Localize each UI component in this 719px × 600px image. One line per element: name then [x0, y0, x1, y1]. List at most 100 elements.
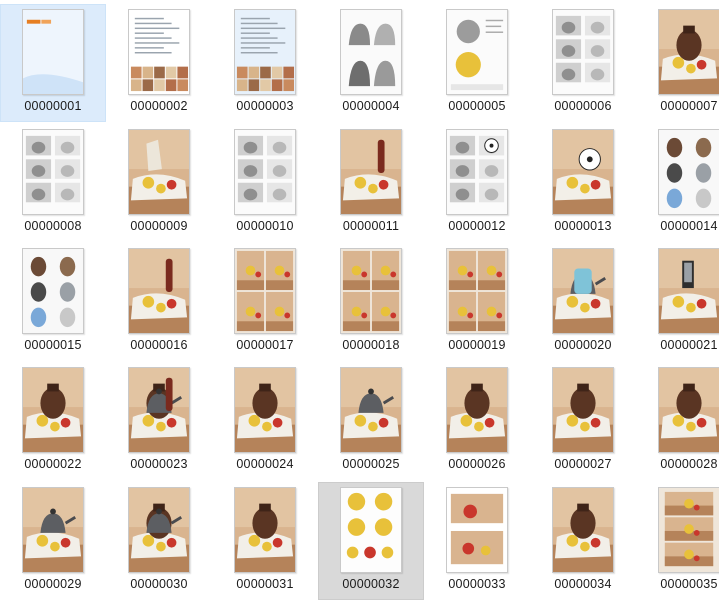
file-name-label: 00000025	[342, 457, 400, 471]
file-name-label: 00000017	[236, 338, 294, 352]
thumbnail-image	[341, 488, 401, 572]
file-name-label: 00000023	[130, 457, 188, 471]
file-name-label: 00000024	[236, 457, 294, 471]
file-name-label: 00000002	[130, 99, 188, 113]
file-thumbnail	[446, 487, 508, 573]
file-item[interactable]: 00000006	[530, 4, 636, 122]
file-name-label: 00000027	[554, 457, 612, 471]
thumbnail-image	[553, 10, 613, 94]
file-thumbnail	[552, 9, 614, 95]
file-name-label: 00000006	[554, 99, 612, 113]
file-thumbnail	[340, 248, 402, 334]
file-name-label: 00000018	[342, 338, 400, 352]
file-thumbnail	[658, 129, 719, 215]
file-thumbnail	[446, 9, 508, 95]
thumbnail-image	[235, 249, 295, 333]
file-thumbnail	[552, 487, 614, 573]
file-item[interactable]: 00000031	[212, 482, 318, 600]
file-thumbnail	[446, 367, 508, 453]
file-item[interactable]: 00000015	[0, 243, 106, 361]
file-item[interactable]: 00000022	[0, 362, 106, 480]
file-name-label: 00000001	[24, 99, 82, 113]
file-item[interactable]: 00000035	[636, 482, 719, 600]
file-name-label: 00000019	[448, 338, 506, 352]
file-item[interactable]: 00000001	[0, 4, 106, 122]
thumbnail-image	[447, 249, 507, 333]
file-item[interactable]: 00000023	[106, 362, 212, 480]
file-name-label: 00000013	[554, 219, 612, 233]
thumbnail-image	[447, 488, 507, 572]
file-item[interactable]: 00000030	[106, 482, 212, 600]
thumbnail-image	[235, 368, 295, 452]
file-item[interactable]: 00000034	[530, 482, 636, 600]
file-item[interactable]: 00000012	[424, 124, 530, 242]
file-thumbnail	[340, 367, 402, 453]
file-item[interactable]: 00000025	[318, 362, 424, 480]
file-item[interactable]: 00000003	[212, 4, 318, 122]
file-name-label: 00000004	[342, 99, 400, 113]
file-item[interactable]: 00000008	[0, 124, 106, 242]
file-name-label: 00000012	[448, 219, 506, 233]
file-item[interactable]: 00000004	[318, 4, 424, 122]
file-item[interactable]: 00000017	[212, 243, 318, 361]
file-item[interactable]: 00000014	[636, 124, 719, 242]
file-name-label: 00000029	[24, 577, 82, 591]
file-name-label: 00000009	[130, 219, 188, 233]
file-item[interactable]: 00000005	[424, 4, 530, 122]
file-item[interactable]: 00000028	[636, 362, 719, 480]
file-item[interactable]: 00000007	[636, 4, 719, 122]
thumbnail-image	[23, 10, 83, 94]
file-item[interactable]: 00000027	[530, 362, 636, 480]
file-thumbnail	[22, 367, 84, 453]
file-name-label: 00000011	[342, 219, 400, 233]
file-item[interactable]: 00000002	[106, 4, 212, 122]
file-item[interactable]: 00000013	[530, 124, 636, 242]
thumbnail-image	[447, 368, 507, 452]
file-item[interactable]: 00000024	[212, 362, 318, 480]
file-item[interactable]: 00000032	[318, 482, 424, 600]
file-item[interactable]: 00000019	[424, 243, 530, 361]
file-name-label: 00000014	[660, 219, 718, 233]
file-thumbnail	[658, 487, 719, 573]
file-item[interactable]: 00000026	[424, 362, 530, 480]
thumbnail-image	[341, 368, 401, 452]
thumbnail-image	[659, 488, 719, 572]
file-item[interactable]: 00000020	[530, 243, 636, 361]
file-item[interactable]: 00000033	[424, 482, 530, 600]
thumbnail-image	[447, 10, 507, 94]
thumbnail-image	[235, 130, 295, 214]
file-item[interactable]: 00000011	[318, 124, 424, 242]
file-thumbnail	[128, 487, 190, 573]
thumbnail-image	[23, 368, 83, 452]
file-thumbnail	[658, 248, 719, 334]
file-item[interactable]: 00000009	[106, 124, 212, 242]
file-thumbnail	[658, 9, 719, 95]
file-name-label: 00000030	[130, 577, 188, 591]
file-name-label: 00000028	[660, 457, 718, 471]
file-item[interactable]: 00000016	[106, 243, 212, 361]
file-name-label: 00000015	[24, 338, 82, 352]
file-thumbnail	[446, 248, 508, 334]
file-name-label: 00000008	[24, 219, 82, 233]
thumbnail-image	[129, 130, 189, 214]
file-grid: 00000001 00000002 00000003 00000004 000000…	[0, 0, 719, 600]
file-thumbnail	[128, 129, 190, 215]
file-item[interactable]: 00000010	[212, 124, 318, 242]
file-thumbnail	[22, 487, 84, 573]
thumbnail-image	[235, 10, 295, 94]
file-name-label: 00000031	[236, 577, 294, 591]
file-thumbnail	[128, 248, 190, 334]
thumbnail-image	[659, 10, 719, 94]
file-item[interactable]: 00000021	[636, 243, 719, 361]
thumbnail-image	[129, 488, 189, 572]
thumbnail-image	[341, 10, 401, 94]
file-name-label: 00000035	[660, 577, 718, 591]
file-name-label: 00000034	[554, 577, 612, 591]
file-thumbnail	[552, 367, 614, 453]
file-item[interactable]: 00000029	[0, 482, 106, 600]
file-item[interactable]: 00000018	[318, 243, 424, 361]
thumbnail-image	[659, 130, 719, 214]
file-thumbnail	[234, 367, 296, 453]
thumbnail-image	[23, 249, 83, 333]
thumbnail-image	[129, 249, 189, 333]
